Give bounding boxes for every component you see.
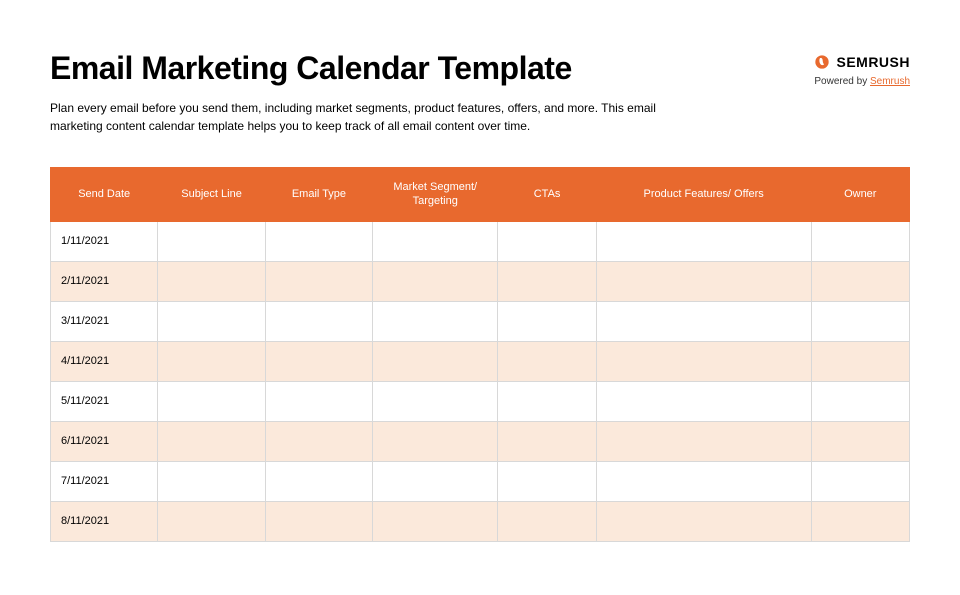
- cell-market-segment[interactable]: [373, 501, 498, 541]
- cell-email-type[interactable]: [265, 301, 372, 341]
- brand-logo: SEMRUSH: [814, 54, 910, 70]
- header-subject-line: Subject Line: [158, 168, 265, 222]
- table-row: 7/11/2021: [51, 461, 910, 501]
- cell-owner[interactable]: [811, 381, 909, 421]
- cell-market-segment[interactable]: [373, 381, 498, 421]
- header-email-type: Email Type: [265, 168, 372, 222]
- cell-product-features[interactable]: [596, 501, 811, 541]
- cell-owner[interactable]: [811, 261, 909, 301]
- table-row: 4/11/2021: [51, 341, 910, 381]
- cell-market-segment[interactable]: [373, 301, 498, 341]
- cell-owner[interactable]: [811, 341, 909, 381]
- cell-market-segment[interactable]: [373, 341, 498, 381]
- cell-send-date[interactable]: 4/11/2021: [51, 341, 158, 381]
- cell-product-features[interactable]: [596, 381, 811, 421]
- powered-by-label: Powered by: [814, 76, 870, 87]
- cell-send-date[interactable]: 8/11/2021: [51, 501, 158, 541]
- cell-send-date[interactable]: 3/11/2021: [51, 301, 158, 341]
- fire-icon: [814, 54, 830, 70]
- table-row: 6/11/2021: [51, 421, 910, 461]
- table-row: 3/11/2021: [51, 301, 910, 341]
- cell-product-features[interactable]: [596, 301, 811, 341]
- cell-ctas[interactable]: [498, 461, 596, 501]
- powered-by-link[interactable]: Semrush: [870, 76, 910, 87]
- cell-product-features[interactable]: [596, 221, 811, 261]
- cell-ctas[interactable]: [498, 501, 596, 541]
- cell-owner[interactable]: [811, 301, 909, 341]
- cell-email-type[interactable]: [265, 461, 372, 501]
- cell-ctas[interactable]: [498, 381, 596, 421]
- cell-email-type[interactable]: [265, 381, 372, 421]
- cell-send-date[interactable]: 1/11/2021: [51, 221, 158, 261]
- table-row: 8/11/2021: [51, 501, 910, 541]
- header-send-date: Send Date: [51, 168, 158, 222]
- header-owner: Owner: [811, 168, 909, 222]
- table-header-row: Send Date Subject Line Email Type Market…: [51, 168, 910, 222]
- table-row: 1/11/2021: [51, 221, 910, 261]
- table-row: 5/11/2021: [51, 381, 910, 421]
- cell-product-features[interactable]: [596, 461, 811, 501]
- header-ctas: CTAs: [498, 168, 596, 222]
- brand-name: SEMRUSH: [836, 54, 910, 70]
- cell-market-segment[interactable]: [373, 461, 498, 501]
- cell-owner[interactable]: [811, 421, 909, 461]
- powered-by: Powered by Semrush: [814, 76, 910, 87]
- calendar-table: Send Date Subject Line Email Type Market…: [50, 167, 910, 542]
- cell-ctas[interactable]: [498, 341, 596, 381]
- cell-owner[interactable]: [811, 501, 909, 541]
- page-title: Email Marketing Calendar Template: [50, 50, 572, 87]
- table-row: 2/11/2021: [51, 261, 910, 301]
- cell-subject-line[interactable]: [158, 501, 265, 541]
- cell-subject-line[interactable]: [158, 341, 265, 381]
- cell-subject-line[interactable]: [158, 221, 265, 261]
- header-market-segment: Market Segment/ Targeting: [373, 168, 498, 222]
- cell-email-type[interactable]: [265, 421, 372, 461]
- cell-owner[interactable]: [811, 221, 909, 261]
- cell-ctas[interactable]: [498, 421, 596, 461]
- cell-send-date[interactable]: 2/11/2021: [51, 261, 158, 301]
- cell-email-type[interactable]: [265, 341, 372, 381]
- header: Email Marketing Calendar Template SEMRUS…: [50, 50, 910, 87]
- cell-market-segment[interactable]: [373, 221, 498, 261]
- cell-email-type[interactable]: [265, 221, 372, 261]
- cell-ctas[interactable]: [498, 221, 596, 261]
- cell-market-segment[interactable]: [373, 421, 498, 461]
- cell-product-features[interactable]: [596, 341, 811, 381]
- brand-area: SEMRUSH Powered by Semrush: [814, 54, 910, 87]
- cell-product-features[interactable]: [596, 421, 811, 461]
- cell-owner[interactable]: [811, 461, 909, 501]
- cell-subject-line[interactable]: [158, 301, 265, 341]
- cell-subject-line[interactable]: [158, 381, 265, 421]
- cell-market-segment[interactable]: [373, 261, 498, 301]
- cell-ctas[interactable]: [498, 301, 596, 341]
- cell-email-type[interactable]: [265, 501, 372, 541]
- description: Plan every email before you send them, i…: [50, 99, 690, 135]
- cell-send-date[interactable]: 5/11/2021: [51, 381, 158, 421]
- cell-send-date[interactable]: 7/11/2021: [51, 461, 158, 501]
- cell-subject-line[interactable]: [158, 421, 265, 461]
- cell-subject-line[interactable]: [158, 461, 265, 501]
- header-product-features: Product Features/ Offers: [596, 168, 811, 222]
- cell-subject-line[interactable]: [158, 261, 265, 301]
- cell-send-date[interactable]: 6/11/2021: [51, 421, 158, 461]
- cell-email-type[interactable]: [265, 261, 372, 301]
- cell-product-features[interactable]: [596, 261, 811, 301]
- cell-ctas[interactable]: [498, 261, 596, 301]
